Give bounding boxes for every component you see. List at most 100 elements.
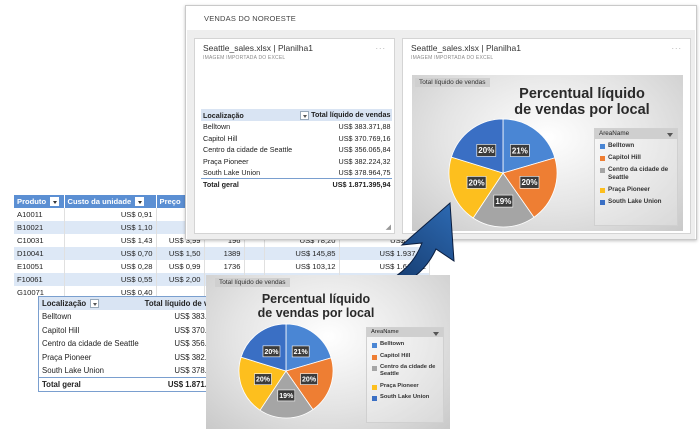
legend-item[interactable]: Praça Pioneer xyxy=(600,186,674,193)
svg-text:20%: 20% xyxy=(469,178,485,187)
legend: AreaName Belltown Capitol Hill Centro da c… xyxy=(594,128,678,226)
pivot-header-row: Localização Total líquido de vendas xyxy=(38,296,235,311)
legend-swatch xyxy=(600,200,605,206)
legend-item[interactable]: Belltown xyxy=(600,142,674,149)
pivot-row: South Lake Union US$ 378.964,75 xyxy=(201,167,392,179)
pivot-row: Belltown US$ 383.371,88 xyxy=(39,310,235,324)
svg-text:20%: 20% xyxy=(521,178,537,187)
legend-swatch xyxy=(372,343,377,348)
cell[interactable] xyxy=(244,247,265,260)
pivot-location[interactable]: South Lake Union xyxy=(39,364,142,378)
legend-swatch xyxy=(372,354,377,360)
pivot-value: US$ 383.371,88 xyxy=(338,122,391,132)
pivot-location[interactable]: Capitol Hill xyxy=(39,324,142,338)
cell[interactable] xyxy=(244,260,265,273)
legend-item[interactable]: Centro da cidade de Seattle xyxy=(372,364,440,377)
filter-dropdown-icon[interactable] xyxy=(50,197,60,207)
pivot-location[interactable]: Centro da cidade de Seattle xyxy=(39,337,142,351)
filter-dropdown-icon[interactable] xyxy=(135,197,145,207)
pivot-location: Centro da cidade de Seattle xyxy=(203,145,293,155)
legend-swatch xyxy=(600,187,605,193)
filter-dropdown-icon[interactable] xyxy=(90,299,100,309)
dashboard-title: VENDAS DO NOROESTE xyxy=(204,14,296,23)
data-label: 21% xyxy=(291,345,310,358)
pie-chart-excel[interactable]: Total líquido de vendas Percentual líqui… xyxy=(206,275,450,429)
cell[interactable]: F10061 xyxy=(14,273,65,286)
cell[interactable]: A10011 xyxy=(14,208,65,221)
pivot-row: Capitol Hill US$ 370.769,16 xyxy=(201,133,392,145)
pivot-row: South Lake Union US$ 378.964,75 xyxy=(39,364,235,378)
legend-label: Belltown xyxy=(608,142,635,149)
legend-item[interactable]: Centro da cidade de Seattle xyxy=(600,166,674,181)
tile-title: Seattle_sales.xlsx | Planilha1 xyxy=(203,43,313,53)
svg-text:20%: 20% xyxy=(264,349,279,356)
pivot-row: Belltown US$ 383.371,88 xyxy=(201,121,392,133)
cell[interactable]: US$ 1,43 xyxy=(64,234,157,247)
legend-swatch xyxy=(372,366,377,372)
column-header-produto[interactable]: Produto xyxy=(14,195,65,208)
pivot-header-location[interactable]: Localização xyxy=(201,109,294,121)
data-label: 20% xyxy=(300,373,318,385)
legend-label: Centro da cidade de Seattle xyxy=(608,166,669,181)
svg-text:20%: 20% xyxy=(256,377,271,384)
svg-text:21%: 21% xyxy=(294,349,309,356)
cell[interactable]: D10041 xyxy=(14,247,65,260)
pivot-total-row: Total geral US$ 1.871.395,94 xyxy=(38,377,235,392)
cell[interactable]: US$ 0,55 xyxy=(64,273,157,286)
pivot-location: Praça Pioneer xyxy=(203,156,249,166)
pivot-header-row: Localização Total líquido de vendas xyxy=(201,109,393,121)
legend-swatch xyxy=(372,384,377,390)
cell[interactable]: US$ 1,10 xyxy=(64,221,157,234)
legend-item[interactable]: South Lake Union xyxy=(600,198,674,206)
cell[interactable]: US$ 0,28 xyxy=(64,260,157,273)
legend-items: Belltown Capitol Hill Centro da cidade de … xyxy=(367,337,443,402)
cell[interactable]: US$ 0,91 xyxy=(64,208,157,221)
svg-text:19%: 19% xyxy=(495,197,511,206)
pivot-location: Capitol Hill xyxy=(203,133,238,143)
cell[interactable]: C10031 xyxy=(14,234,65,247)
legend-label: Praça Pioneer xyxy=(380,382,419,389)
tile-subtitle: IMAGEM IMPORTADA DO EXCEL xyxy=(411,55,494,61)
pivot-header-total[interactable]: Total líquido de vendas xyxy=(294,109,392,121)
legend-label: Capitol Hill xyxy=(608,154,641,162)
pivot-total-label: Total geral xyxy=(203,180,239,189)
legend-item[interactable]: Belltown xyxy=(372,341,440,348)
pivot-value: US$ 356.065,84 xyxy=(338,145,391,155)
data-label: 19% xyxy=(277,389,296,402)
filter-dropdown-icon[interactable] xyxy=(300,110,310,120)
legend-label: Praça Pioneer xyxy=(608,185,651,193)
legend-label: Centro da cidade de Seattle xyxy=(380,364,436,377)
legend-item[interactable]: Capitol Hill xyxy=(600,154,674,162)
legend-label: South Lake Union xyxy=(608,198,662,206)
legend-item[interactable]: South Lake Union xyxy=(372,394,440,402)
legend-title[interactable]: AreaName xyxy=(367,328,443,337)
cell[interactable]: 1389 xyxy=(204,247,245,260)
cell[interactable]: US$ 0,70 xyxy=(64,247,157,260)
cell[interactable]: 1736 xyxy=(204,260,245,273)
more-options-icon[interactable]: ... xyxy=(671,41,682,51)
pivot-row: Capitol Hill US$ 370.769,16 xyxy=(39,324,235,338)
cell[interactable]: B10021 xyxy=(14,221,65,234)
pivot-location[interactable]: Praça Pioneer xyxy=(39,351,142,365)
svg-text:20%: 20% xyxy=(302,377,317,384)
pivot-location[interactable]: Belltown xyxy=(39,310,142,324)
data-label: 20% xyxy=(262,345,281,358)
tile-subtitle: IMAGEM IMPORTADA DO EXCEL xyxy=(203,55,286,61)
cell[interactable]: US$ 2,00 xyxy=(156,273,205,286)
legend-items: Belltown Capitol Hill Centro da cidade de … xyxy=(595,139,677,206)
cell[interactable]: US$ 0,99 xyxy=(156,260,205,273)
legend-label: South Lake Union xyxy=(380,394,430,401)
cell[interactable]: E10051 xyxy=(14,260,65,273)
pivot-row: Praça Pioneer US$ 382.224,32 xyxy=(39,351,235,365)
more-options-icon[interactable]: ... xyxy=(375,41,386,51)
cell[interactable]: US$ 1,50 xyxy=(156,247,205,260)
pivot-total-label[interactable]: Total geral xyxy=(39,378,142,392)
data-label: 20% xyxy=(254,373,272,386)
column-header-custo[interactable]: Custo da unidade xyxy=(64,195,157,208)
svg-text:19%: 19% xyxy=(279,393,294,400)
legend-item[interactable]: Praça Pioneer xyxy=(372,383,440,390)
legend-title[interactable]: AreaName xyxy=(595,129,677,139)
svg-text:21%: 21% xyxy=(512,146,528,155)
legend-item[interactable]: Capitol Hill xyxy=(372,353,440,360)
pivot-header-location[interactable]: Localização xyxy=(39,297,142,311)
